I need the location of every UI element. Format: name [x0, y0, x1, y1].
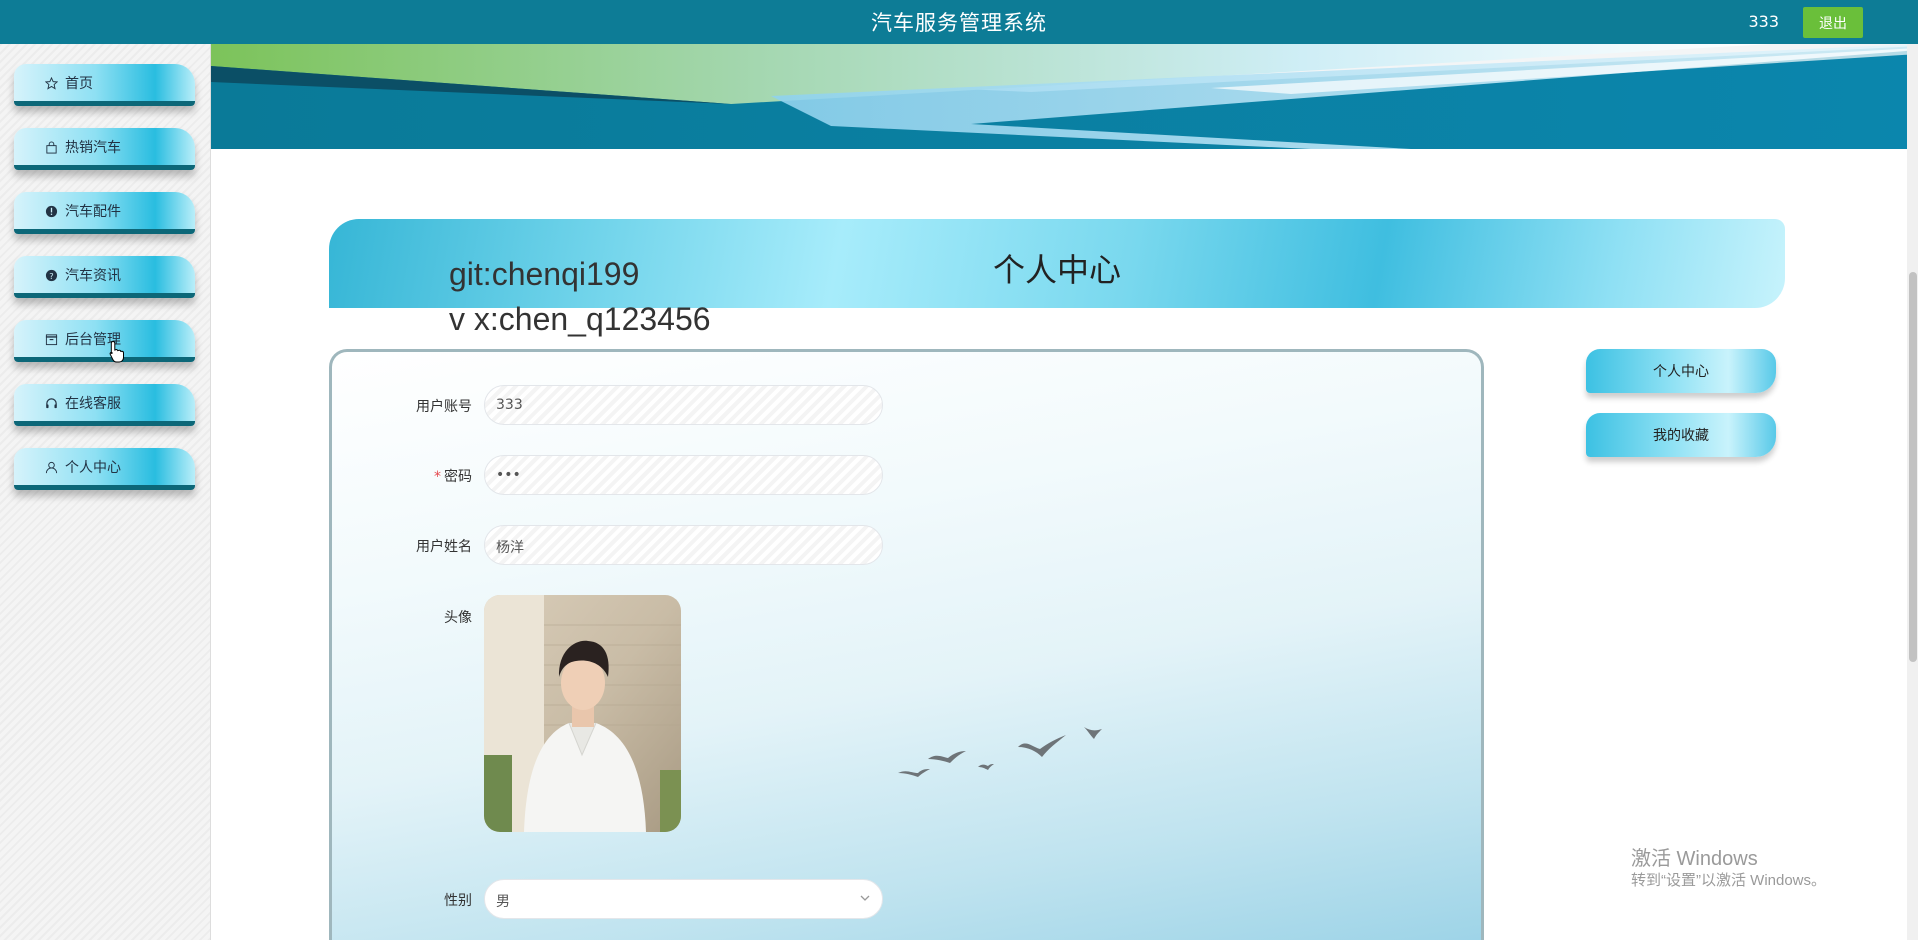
name-label: 用户姓名	[416, 539, 472, 555]
scrollbar-thumb[interactable]	[1909, 272, 1917, 662]
sidebar-item-label: 汽车资讯	[65, 267, 121, 284]
star-icon	[45, 77, 58, 90]
password-row: * 密码 •••	[332, 455, 1481, 495]
page-scrollbar[interactable]	[1907, 44, 1918, 940]
sidebar-item-label: 个人中心	[65, 459, 121, 476]
gender-row: 性别 男	[332, 879, 1481, 919]
password-input[interactable]: •••	[484, 455, 883, 495]
sidebar-item-profile[interactable]: 个人中心	[14, 448, 195, 490]
profile-center-button[interactable]: 个人中心	[1586, 349, 1776, 393]
account-input[interactable]: 333	[484, 385, 883, 425]
avatar-image[interactable]	[484, 595, 681, 832]
overlay-git-text: git:chenqi199	[449, 256, 640, 292]
avatar-label: 头像	[444, 610, 472, 626]
overlay-wechat-text: v x:chen_q123456	[449, 301, 711, 337]
birds-decoration	[898, 727, 1102, 777]
name-input[interactable]: 杨洋	[484, 525, 883, 565]
password-label: 密码	[444, 469, 472, 485]
sidebar-item-car-news[interactable]: ? 汽车资讯	[14, 256, 195, 298]
windows-activation-title: 激活 Windows	[1631, 848, 1758, 870]
gender-select[interactable]: 男	[484, 879, 883, 919]
user-icon	[45, 461, 58, 474]
sidebar-item-hot-cars[interactable]: 热销汽车	[14, 128, 195, 170]
sidebar-item-label: 汽车配件	[65, 203, 121, 220]
hand-cursor-icon	[109, 340, 124, 363]
sidebar-item-home[interactable]: 首页	[14, 64, 195, 106]
sidebar-item-online-service[interactable]: 在线客服	[14, 384, 195, 426]
chevron-down-icon	[860, 895, 870, 901]
svg-text:?: ?	[49, 271, 53, 281]
sidebar-item-admin[interactable]: 后台管理	[14, 320, 195, 362]
box-icon	[45, 334, 58, 346]
account-row: 用户账号 333	[332, 385, 1481, 425]
required-mark: *	[434, 469, 441, 485]
my-favorites-button[interactable]: 我的收藏	[1586, 413, 1776, 457]
windows-activation-hint: 转到“设置”以激活 Windows。	[1631, 872, 1827, 889]
app-title: 汽车服务管理系统	[871, 11, 1047, 35]
password-label-wrap: * 密码	[352, 466, 472, 486]
info-circle-icon	[45, 205, 58, 218]
question-circle-icon: ?	[45, 269, 58, 282]
top-bar: 汽车服务管理系统 333 退出	[0, 0, 1918, 44]
sidebar-item-label: 首页	[65, 75, 93, 92]
logout-button[interactable]: 退出	[1803, 7, 1863, 38]
current-username: 333	[1748, 12, 1779, 31]
account-label: 用户账号	[416, 399, 472, 415]
sidebar: 首页 热销汽车 汽车配件 ? 汽车资讯 后台管理 在线客服 个人中心	[0, 44, 211, 940]
name-row: 用户姓名 杨洋	[332, 525, 1481, 565]
bag-icon	[46, 141, 57, 154]
headset-icon	[46, 398, 57, 409]
profile-form: 用户账号 333 * 密码 ••• 用户姓名 杨洋 头像 性别 男	[329, 349, 1484, 940]
header-banner	[211, 44, 1918, 149]
sidebar-item-label: 热销汽车	[65, 139, 121, 156]
sidebar-item-label: 在线客服	[65, 395, 121, 412]
sidebar-item-car-parts[interactable]: 汽车配件	[14, 192, 195, 234]
gender-label: 性别	[444, 893, 472, 909]
